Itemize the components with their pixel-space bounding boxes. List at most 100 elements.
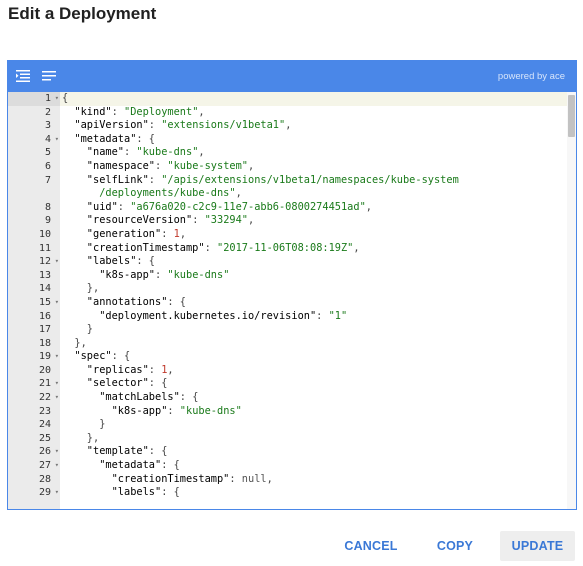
line-number: 5 [44,147,51,159]
copy-button[interactable]: COPY [430,531,480,561]
line-number: 27 ▾ [38,459,59,473]
line-number: 22 ▾ [38,391,59,405]
code-line[interactable]: "k8s-app": "kube-dns" [60,405,576,419]
format-icon[interactable] [15,69,31,83]
code-line[interactable]: }, [60,337,576,351]
code-token: "k8s-app" [62,268,155,281]
code-token: : { [148,445,168,458]
code-line[interactable]: "k8s-app": "kube-dns" [60,269,576,283]
code-token: : { [179,391,199,404]
code-line[interactable]: "namespace": "kube-system", [60,160,576,174]
code-token: "kube-dns" [179,404,242,417]
code-line[interactable]: /deployments/kube-dns", [60,187,576,201]
line-number: 23 [38,405,51,417]
code-token: "33294" [204,214,248,227]
code-token: } [62,418,106,431]
code-token: "creationTimestamp" [62,472,230,485]
code-line[interactable]: "selector": { [60,377,576,391]
line-number: 3 [44,120,51,132]
code-line[interactable]: "selfLink": "/apis/extensions/v1beta1/na… [60,174,576,188]
editor-body[interactable]: 1 ▾ 2 3 4 ▾ 5 6 7 8 9 10 11 12 ▾ 13 14 15 ▾ 16 17 18 19 ▾ 20 21 ▾ 2… [8,92,576,509]
code-line[interactable]: "deployment.kubernetes.io/revision": "1" [60,310,576,324]
code-line[interactable]: "creationTimestamp": null, [60,473,576,487]
fold-toggle-icon[interactable]: ▾ [55,459,59,473]
code-line[interactable]: "labels": { [60,486,576,500]
code-line[interactable]: "annotations": { [60,296,576,310]
line-number: 15 ▾ [38,296,59,310]
fold-toggle-icon[interactable]: ▾ [55,486,59,500]
code-token: : { [167,295,186,308]
code-line[interactable]: "labels": { [60,255,576,269]
code-line[interactable]: "template": { [60,445,576,459]
code-token: "selfLink" [62,173,149,186]
code-line[interactable]: "replicas": 1, [60,364,576,378]
code-token: "/apis/extensions/v1beta1/namespaces/kub… [161,173,459,186]
code-token: , [248,214,255,227]
line-number: 6 [44,160,51,172]
code-token: "namespace" [62,159,155,172]
fold-toggle-icon[interactable]: ▾ [55,255,59,269]
code-token: , [365,200,372,213]
code-token: : [117,200,131,213]
code-token: , [179,227,187,240]
code-token: "resourceVersion" [62,214,193,227]
compact-icon[interactable] [41,69,57,83]
code-token: , [198,146,205,159]
code-line[interactable]: "generation": 1, [60,228,576,242]
fold-toggle-icon[interactable]: ▾ [55,350,59,364]
code-token: : [192,214,205,227]
line-number: 16 [38,310,51,322]
code-line[interactable]: "uid": "a676a020-c2c9-11e7-abb6-08002744… [60,201,576,215]
fold-toggle-icon[interactable]: ▾ [55,296,59,310]
code-line[interactable]: "matchLabels": { [60,391,576,405]
code-token: , [235,187,242,200]
code-token: , [353,241,360,254]
line-number: 26 ▾ [38,445,59,459]
code-token: "creationTimestamp" [62,241,205,254]
code-token: : [161,227,174,240]
code-line[interactable]: "metadata": { [60,459,576,473]
code-token: "selector" [62,377,149,390]
code-line[interactable]: "name": "kube-dns", [60,146,576,160]
code-line[interactable]: }, [60,282,576,296]
code-line[interactable]: "metadata": { [60,133,576,147]
fold-toggle-icon[interactable]: ▾ [55,133,59,147]
code-token: : { [161,459,180,472]
powered-by-ace-label: powered by ace [497,71,565,82]
fold-toggle-icon[interactable]: ▾ [55,391,59,405]
cancel-button[interactable]: CANCEL [340,531,402,561]
code-token: "generation" [62,227,162,240]
code-line[interactable]: { [60,92,576,106]
code-line[interactable]: } [60,418,576,432]
code-editor[interactable]: powered by ace 1 ▾ 2 3 4 ▾ 5 6 7 8 9 10 11 12 ▾ 13 14 15 ▾… [7,60,577,510]
code-line[interactable]: }, [60,432,576,446]
line-number: 13 [38,269,51,281]
code-token: "kind" [62,105,112,118]
update-button[interactable]: UPDATE [500,531,575,561]
fold-toggle-icon[interactable]: ▾ [55,92,59,106]
code-area[interactable]: { "kind": "Deployment", "apiVersion": "e… [60,92,576,509]
code-line[interactable]: "apiVersion": "extensions/v1beta1", [60,119,576,133]
line-number: 19 ▾ [38,350,59,364]
code-token: : [316,309,329,322]
code-token: , [167,363,174,376]
code-line[interactable]: } [60,323,576,337]
line-number: 7 [44,174,51,186]
fold-toggle-icon[interactable]: ▾ [55,377,59,391]
fold-toggle-icon[interactable]: ▾ [55,445,59,459]
code-token: "1" [328,309,348,322]
code-token: : { [111,350,131,363]
code-line[interactable]: "resourceVersion": "33294", [60,214,576,228]
code-token: "kube-dns" [136,146,199,159]
code-token: "2017-11-06T08:08:19Z" [217,241,354,254]
scrollbar-thumb[interactable] [568,95,575,137]
code-line[interactable]: "creationTimestamp": "2017-11-06T08:08:1… [60,242,576,256]
editor-scrollbar[interactable] [567,92,576,509]
code-token: { [62,92,69,104]
code-line[interactable]: "kind": "Deployment", [60,106,576,120]
dialog-title: Edit a Deployment [8,4,157,23]
line-number: 20 [38,364,51,376]
line-number: 17 [38,324,51,336]
code-line[interactable]: "spec": { [60,350,576,364]
line-number: 9 [44,215,51,227]
